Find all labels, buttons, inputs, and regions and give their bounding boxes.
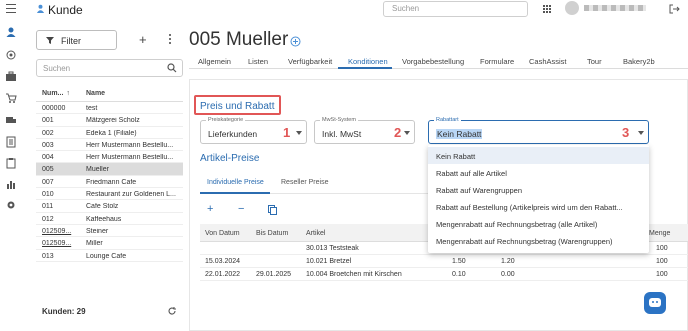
avatar[interactable] [565,1,579,15]
rabattart-label: Rabattart [434,117,461,123]
tab-vorgabebestellung[interactable]: Vorgabebestellung [402,57,464,66]
customer-table: Num... ↑ Name 000000 test 001 Mätzgerei Sch… [36,86,183,262]
active-tab-indicator [338,67,392,69]
tab-konditionen[interactable]: Konditionen [348,57,388,66]
menu-item-rabatt-warengruppen[interactable]: Rabatt auf Warengruppen [428,181,649,198]
preiskategorie-label: Preiskategorie [206,117,246,123]
article-prices-title: Artikel-Preise [200,153,260,164]
col-bis-datum[interactable]: Bis Datum [256,230,288,237]
marker-3: 3 [622,125,630,140]
customer-count-label: Kunden: 29 [42,307,86,316]
menu-item-mengenrabatt-alle[interactable]: Mengenrabatt auf Rechnungsbetrag (alle A… [428,215,649,232]
menu-item-mengenrabatt-warengruppen[interactable]: Mengenrabatt auf Rechnungsbetrag (Wareng… [428,232,649,249]
logout-icon[interactable] [668,3,680,15]
col-artikel[interactable]: Artikel [306,230,325,237]
refresh-icon[interactable] [167,306,177,316]
table-row[interactable]: 001 Mätzgerei Scholz [36,114,183,127]
tab-formulare[interactable]: Formulare [480,57,514,66]
table-row[interactable]: 003 Herr Mustermann Bestellu... [36,139,183,152]
table-row[interactable]: 010 Restaurant zur Goldenen L... [36,188,183,201]
sidebar [0,20,22,331]
add-circle-icon[interactable] [290,36,301,47]
tab-individuelle-preise[interactable]: Individuelle Preise [207,179,264,186]
filter-button[interactable]: Filter [36,30,117,50]
col-menge[interactable]: Menge [649,230,670,237]
menu-item-kein-rabatt[interactable]: Kein Rabatt [428,147,649,164]
rabattart-select[interactable]: Rabattart Kein Rabatt [428,117,649,144]
settings-icon[interactable] [5,199,17,211]
customer-search-input[interactable]: Suchen [36,59,183,77]
table-row[interactable]: 013 Lounge Cafe [36,250,183,262]
chevron-down-icon [638,131,644,135]
table-row[interactable]: 011 Cafe Stolz [36,200,183,213]
username-blurred [584,5,646,11]
col-von-datum[interactable]: Von Datum [205,230,240,237]
copy-icon[interactable] [268,205,277,215]
app-title: Kunde [48,3,83,17]
top-bar: Kunde Suchen [0,0,688,20]
column-header-name[interactable]: Name [86,90,182,97]
marker-2: 2 [394,125,402,140]
cart-icon[interactable] [5,92,17,104]
target-icon[interactable] [5,49,17,61]
tab-bar: Allgemein Listen Verfügbarkeit Kondition… [189,53,688,69]
document-icon[interactable] [5,136,17,148]
filter-label: Filter [61,36,81,46]
tab-tour[interactable]: Tour [587,57,602,66]
more-options-icon[interactable] [169,34,172,46]
chat-icon [649,298,661,307]
add-customer-button[interactable]: + [139,32,147,47]
tab-bakery2b[interactable]: Bakery2b [623,57,655,66]
remove-icon[interactable]: − [238,203,244,215]
global-search-input[interactable]: Suchen [383,1,528,17]
table-row-selected[interactable]: 005 Mueller [36,163,183,176]
table-header: Num... ↑ Name [36,86,183,102]
user-icon [36,4,45,13]
chevron-down-icon [404,131,410,135]
rabattart-dropdown-menu: Kein Rabatt Rabatt auf alle Artikel Raba… [428,145,649,253]
active-subtab-indicator [200,192,270,194]
mwst-label: MwSt-System [320,117,358,123]
briefcase-icon[interactable] [5,70,17,82]
table-row[interactable]: 007 Friedmann Cafe [36,176,183,189]
search-icon[interactable] [167,63,177,73]
customer-count: Kunden: 29 [36,303,183,321]
clipboard-icon[interactable] [5,157,17,169]
table-row[interactable]: 012509... Steiner [36,225,183,238]
marker-1: 1 [283,125,291,140]
table-row[interactable]: 000000 test [36,102,183,115]
menu-icon[interactable] [6,4,16,14]
sort-up-icon[interactable]: ↑ [66,90,70,97]
tab-verfuegbarkeit[interactable]: Verfügbarkeit [288,57,332,66]
table-row[interactable]: 15.03.2024 10.021 Bretzel 1.50 1.20 100 [200,255,688,268]
table-row[interactable]: 012 Kaffeehaus [36,213,183,225]
apps-grid-icon[interactable] [543,5,551,13]
tab-allgemein[interactable]: Allgemein [198,57,231,66]
chevron-down-icon [296,131,302,135]
table-row[interactable]: 22.01.2022 29.01.2025 10.004 Broetchen m… [200,268,688,281]
tab-reseller-preise[interactable]: Reseller Preise [281,179,328,186]
chart-icon[interactable] [5,178,17,190]
rabattart-value: Kein Rabatt [436,129,483,139]
menu-item-rabatt-bestellung[interactable]: Rabatt auf Bestellung (Artikelpreis wird… [428,198,649,215]
preiskategorie-select[interactable]: Preiskategorie Lieferkunden [200,117,307,144]
truck-icon[interactable] [5,114,17,126]
mwst-value: Inkl. MwSt [322,129,362,139]
table-row[interactable]: 004 Herr Mustermann Bestellu... [36,151,183,164]
tab-listen[interactable]: Listen [248,57,268,66]
tab-cashassist[interactable]: CashAssist [529,57,567,66]
column-header-number[interactable]: Num... ↑ [42,90,80,97]
preiskategorie-value: Lieferkunden [208,129,258,139]
filter-icon [46,37,54,44]
add-icon[interactable]: + [207,203,213,215]
table-row[interactable]: 012509... Miller [36,237,183,250]
customer-search-placeholder: Suchen [43,64,71,73]
person-icon[interactable] [5,26,17,38]
menu-item-rabatt-alle-artikel[interactable]: Rabatt auf alle Artikel [428,164,649,181]
section-title: Preis und Rabatt [200,101,275,112]
chat-button[interactable] [644,292,666,314]
table-row[interactable]: 002 Edeka 1 (Filiale) [36,127,183,139]
page-title: 005 Mueller [189,29,289,50]
